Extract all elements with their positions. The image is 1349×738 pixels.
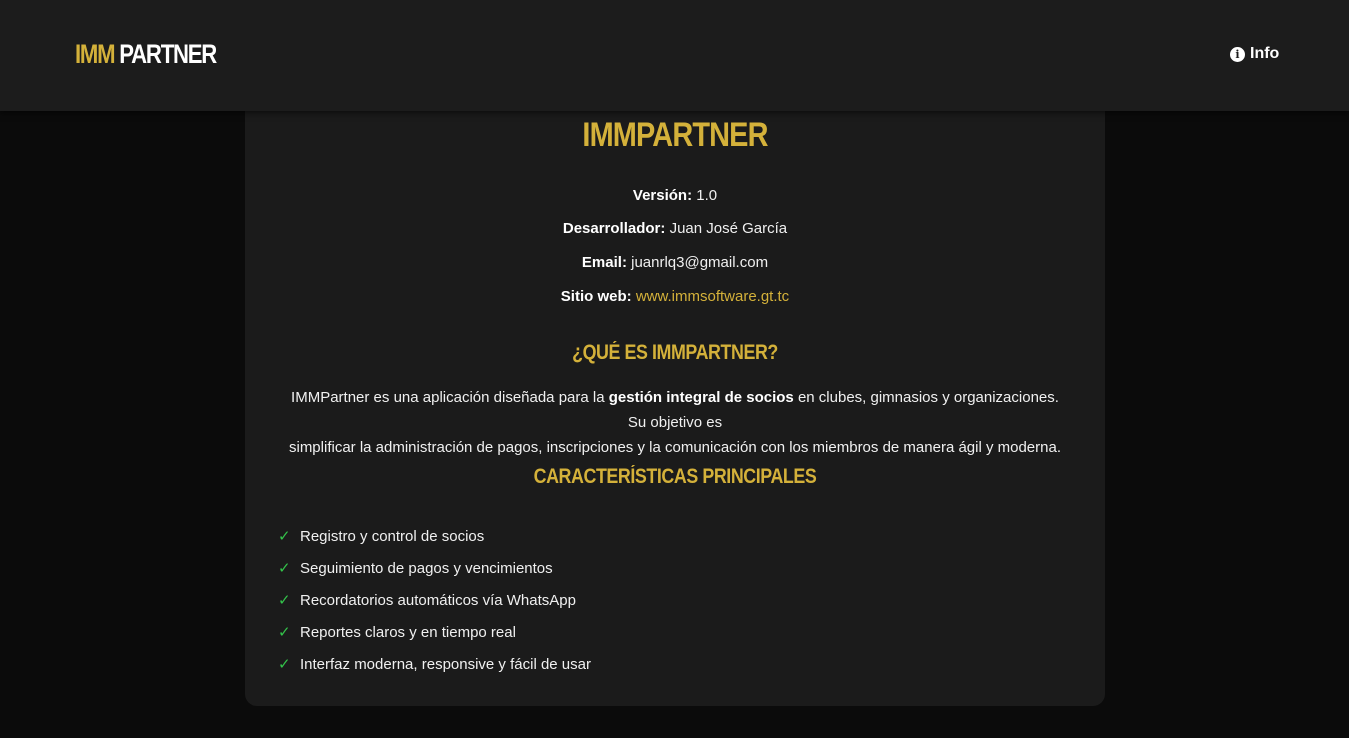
developer-line: Desarrollador: Juan José García [245,220,1105,237]
website-label: Sitio web: [560,288,632,305]
email-value: juanrlq3@gmail.com [631,254,769,271]
desc-text-before: IMMPartner es una aplicación diseñada pa… [291,389,609,406]
info-label: Info [1250,45,1280,62]
info-circle-icon: i [1230,46,1245,62]
email-label: Email: [581,254,627,271]
desc-text-line2: simplificar la administración de pagos, … [288,439,1062,456]
website-line: Sitio web: www.immsoftware.gt.tc [245,288,1105,305]
feature-label: Recordatorios automáticos vía WhatsApp [300,591,576,609]
version-value: 1.0 [696,187,718,204]
version-label: Versión: [632,187,693,204]
feature-label: Seguimiento de pagos y vencimientos [300,559,553,577]
feature-item: ✓ Seguimiento de pagos y vencimientos [278,552,591,584]
check-icon: ✓ [278,560,291,577]
feature-label: Reportes claros y en tiempo real [300,623,516,641]
check-icon: ✓ [278,624,291,641]
version-line: Versión: 1.0 [245,187,1105,204]
desc-bold-text: gestión integral de socios [608,389,794,406]
feature-label: Interfaz moderna, responsive y fácil de … [300,655,591,673]
developer-value: Juan José García [669,220,788,237]
feature-label: Registro y control de socios [300,527,485,545]
check-icon: ✓ [278,528,291,545]
features-list: ✓ Registro y control de socios ✓ Seguimien… [278,520,591,680]
check-icon: ✓ [278,592,291,609]
feature-item: ✓ Registro y control de socios [278,520,591,552]
feature-item: ✓ Reportes claros y en tiempo real [278,616,591,648]
check-icon: ✓ [278,656,291,673]
app-title: IMMPARTNER [582,116,768,154]
developer-label: Desarrollador: [562,220,666,237]
brand-logo[interactable]: IMM PARTNER [75,38,217,70]
feature-item: ✓ Interfaz moderna, responsive y fácil de… [278,648,591,680]
what-is-heading: ¿QUÉ ES IMMPARTNER? [572,341,778,364]
feature-item: ✓ Recordatorios automáticos vía WhatsApp [278,584,591,616]
website-link[interactable]: www.immsoftware.gt.tc [636,288,789,305]
brand-part-2: PARTNER [119,39,217,69]
app-description: IMMPartner es una aplicación diseñada pa… [285,385,1065,460]
info-nav-link[interactable]: i Info [1230,45,1279,63]
features-heading: CARACTERÍSTICAS PRINCIPALES [533,465,817,488]
navbar: IMM PARTNER i Info [0,0,1349,111]
email-line: Email: juanrlq3@gmail.com [245,254,1105,271]
brand-part-1: IMM [75,39,116,69]
about-card: IMMPARTNER Versión: 1.0 Desarrollador: J… [245,80,1105,706]
